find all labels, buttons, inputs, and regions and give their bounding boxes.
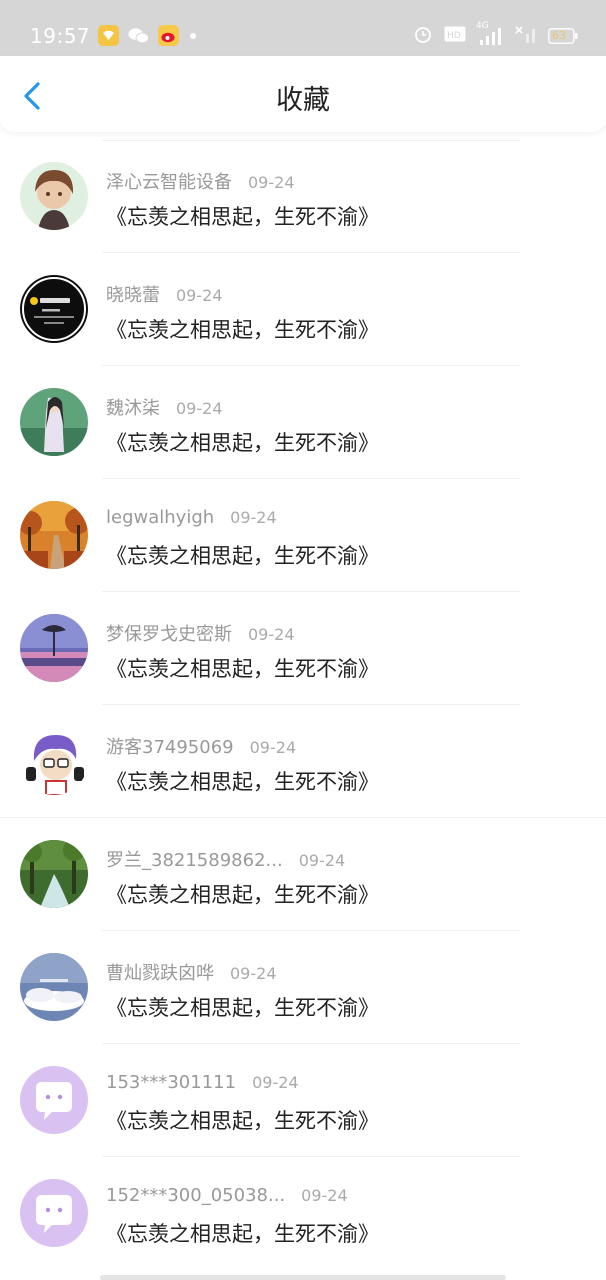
item-date: 09-24 — [249, 738, 297, 757]
item-date: 09-24 — [248, 173, 295, 192]
avatar[interactable] — [20, 501, 88, 569]
item-title[interactable]: 《忘羡之相思起，生死不渝》 — [106, 653, 379, 683]
avatar[interactable] — [20, 1066, 88, 1134]
svg-text:HD: HD — [447, 31, 461, 41]
item-title[interactable]: 《忘羡之相思起，生死不渝》 — [106, 1218, 379, 1248]
list-item[interactable]: 153***301111 09-24 《忘羡之相思起，生死不渝》 — [0, 1044, 606, 1157]
default-avatar-icon — [20, 1066, 88, 1134]
battery-icon: 63 — [548, 28, 578, 44]
item-title[interactable]: 《忘羡之相思起，生死不渝》 — [106, 427, 379, 457]
list-item[interactable]: legwalhyigh 09-24 《忘羡之相思起，生死不渝》 — [0, 479, 606, 592]
status-time: 19:57 — [30, 24, 91, 48]
hd-icon: HD — [444, 26, 466, 46]
user-name[interactable]: 153***301111 — [106, 1072, 236, 1093]
user-name[interactable]: 泽心云智能设备 — [106, 168, 232, 194]
signal-4g-icon: 4G — [476, 21, 502, 45]
item-date: 09-24 — [301, 1186, 348, 1205]
avatar[interactable] — [20, 953, 88, 1021]
nav-bar: 收藏 — [0, 56, 606, 132]
avatar[interactable] — [20, 614, 88, 682]
more-notifications-dot — [190, 32, 196, 39]
default-avatar-icon — [20, 1179, 88, 1247]
avatar[interactable] — [20, 275, 88, 343]
page-title: 收藏 — [276, 85, 330, 116]
list-item[interactable]: 魏沐柒 09-24 《忘羡之相思起，生死不渝》 — [0, 366, 606, 479]
item-title[interactable]: 《忘羡之相思起，生死不渝》 — [106, 540, 379, 570]
wechat-icon — [128, 25, 149, 46]
user-name[interactable]: 游客37495069 — [106, 733, 234, 759]
user-name[interactable]: 魏沐柒 — [106, 394, 160, 420]
avatar[interactable] — [20, 727, 88, 795]
user-name[interactable]: 晓晓蕾 — [106, 281, 160, 307]
item-date: 09-24 — [176, 399, 223, 418]
item-date: 09-24 — [248, 625, 295, 644]
list-item[interactable]: 泽心云智能设备 09-24 《忘羡之相思起，生死不渝》 — [0, 140, 606, 253]
user-name[interactable]: 罗兰_3821589862... — [106, 846, 283, 872]
user-name[interactable]: 梦保罗戈史密斯 — [106, 620, 232, 646]
app-notification-icon — [98, 25, 119, 46]
user-name[interactable]: legwalhyigh — [106, 507, 214, 528]
list-item[interactable]: 罗兰_3821589862... 09-24 《忘羡之相思起，生死不渝》 — [0, 818, 606, 931]
list-item[interactable]: 曹灿戮趺囟哗 09-24 《忘羡之相思起，生死不渝》 — [0, 931, 606, 1044]
item-title[interactable]: 《忘羡之相思起，生死不渝》 — [106, 766, 379, 796]
item-title[interactable]: 《忘羡之相思起，生死不渝》 — [106, 314, 379, 344]
weibo-icon — [158, 25, 179, 46]
scroll-indicator — [100, 1275, 506, 1280]
avatar[interactable] — [20, 840, 88, 908]
item-date: 09-24 — [298, 851, 346, 870]
user-name[interactable]: 曹灿戮趺囟哗 — [106, 959, 214, 985]
list-item[interactable]: 游客37495069 09-24 《忘羡之相思起，生死不渝》 — [0, 705, 606, 818]
item-title[interactable]: 《忘羡之相思起，生死不渝》 — [106, 879, 379, 909]
item-title[interactable]: 《忘羡之相思起，生死不渝》 — [106, 201, 379, 231]
user-name[interactable]: 152***300_05038... — [106, 1185, 285, 1206]
item-title[interactable]: 《忘羡之相思起，生死不渝》 — [106, 1105, 379, 1135]
avatar[interactable] — [20, 388, 88, 456]
signal-off-icon — [514, 25, 536, 47]
item-date: 09-24 — [230, 964, 277, 983]
item-title[interactable]: 《忘羡之相思起，生死不渝》 — [106, 992, 379, 1022]
item-date: 09-24 — [252, 1073, 299, 1092]
favorites-list: 泽心云智能设备 09-24 《忘羡之相思起，生死不渝》 晓晓蕾 09-24 《忘… — [0, 140, 606, 1270]
alarm-icon — [414, 25, 432, 47]
item-date: 09-24 — [176, 286, 223, 305]
avatar[interactable] — [20, 162, 88, 230]
list-item[interactable]: 晓晓蕾 09-24 《忘羡之相思起，生死不渝》 — [0, 253, 606, 366]
item-date: 09-24 — [230, 508, 277, 527]
avatar[interactable] — [20, 1179, 88, 1247]
list-item[interactable]: 梦保罗戈史密斯 09-24 《忘羡之相思起，生死不渝》 — [0, 592, 606, 705]
status-bar: 19:57 HD 4G 63 — [0, 0, 606, 56]
list-item[interactable]: 152***300_05038... 09-24 《忘羡之相思起，生死不渝》 — [0, 1157, 606, 1270]
